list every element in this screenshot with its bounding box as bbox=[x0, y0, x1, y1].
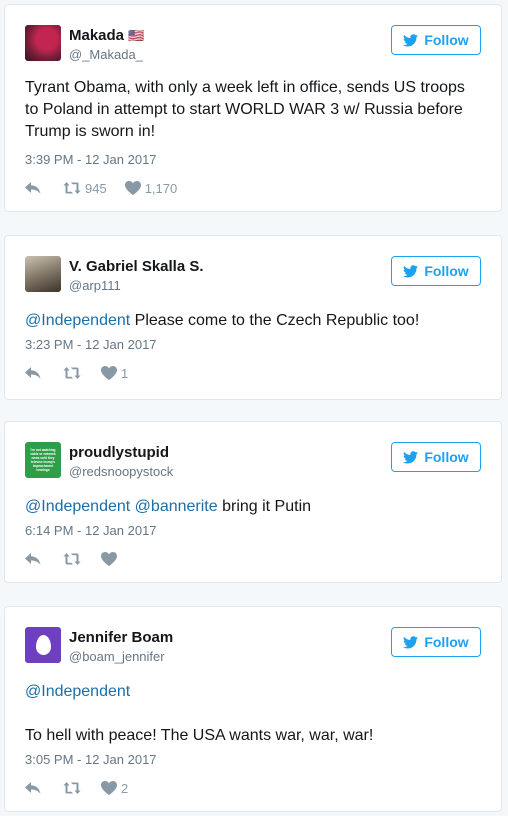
tweet-actions: 2 bbox=[25, 780, 128, 796]
like-count: 2 bbox=[121, 780, 129, 796]
retweet-button[interactable]: 945 bbox=[63, 181, 107, 196]
like-button[interactable]: 1,170 bbox=[125, 180, 178, 196]
twitter-bird-icon bbox=[403, 265, 418, 278]
reply-icon bbox=[25, 781, 41, 795]
tweet-card: Makada 🇺🇸 @_Makada_ Follow Tyrant Obama,… bbox=[4, 4, 502, 212]
like-button[interactable]: 2 bbox=[101, 781, 128, 796]
tweet-text: @Independent Please come to the Czech Re… bbox=[25, 312, 420, 329]
us-flag-icon: 🇺🇸 bbox=[128, 28, 145, 43]
user-handle[interactable]: @redsnoopystock bbox=[69, 464, 173, 479]
avatar[interactable] bbox=[25, 256, 61, 292]
follow-button[interactable]: Follow bbox=[391, 256, 481, 286]
reply-icon bbox=[25, 552, 41, 566]
tweet-actions: 945 1,170 bbox=[25, 180, 177, 196]
mention-link[interactable]: @bannerite bbox=[135, 498, 218, 515]
twitter-bird-icon bbox=[403, 34, 418, 47]
tweet-timestamp[interactable]: 3:05 PM - 12 Jan 2017 bbox=[25, 752, 157, 767]
tweet-text: @Independent To hell with peace! The USA… bbox=[25, 683, 374, 744]
like-button[interactable] bbox=[101, 552, 117, 566]
reply-button[interactable] bbox=[25, 781, 41, 795]
reply-button[interactable] bbox=[25, 552, 41, 566]
user-handle[interactable]: @boam_jennifer bbox=[69, 649, 165, 664]
avatar[interactable] bbox=[25, 25, 61, 61]
retweet-icon bbox=[63, 781, 81, 795]
retweet-icon bbox=[63, 366, 81, 380]
heart-icon bbox=[125, 181, 141, 195]
reply-icon bbox=[25, 366, 41, 380]
mention-link[interactable]: @Independent bbox=[25, 683, 130, 700]
follow-button[interactable]: Follow bbox=[391, 627, 481, 657]
retweet-button[interactable] bbox=[63, 781, 81, 795]
retweet-button[interactable] bbox=[63, 552, 81, 566]
twitter-bird-icon bbox=[403, 636, 418, 649]
heart-icon bbox=[101, 781, 117, 795]
tweet-card: Jennifer Boam @boam_jennifer Follow @Ind… bbox=[4, 606, 502, 812]
reply-button[interactable] bbox=[25, 366, 41, 380]
retweet-icon bbox=[63, 552, 81, 566]
retweet-button[interactable] bbox=[63, 366, 81, 380]
tweet-timestamp[interactable]: 6:14 PM - 12 Jan 2017 bbox=[25, 523, 157, 538]
user-handle[interactable]: @_Makada_ bbox=[69, 47, 143, 62]
follow-button[interactable]: Follow bbox=[391, 442, 481, 472]
mention-link[interactable]: @Independent bbox=[25, 498, 130, 515]
heart-icon bbox=[101, 552, 117, 566]
user-handle[interactable]: @arp111 bbox=[69, 278, 121, 293]
like-count: 1 bbox=[121, 365, 129, 381]
reply-button[interactable] bbox=[25, 181, 41, 195]
tweet-timestamp[interactable]: 3:23 PM - 12 Jan 2017 bbox=[25, 337, 157, 352]
tweet-card: I'm not watching cable or network news u… bbox=[4, 421, 502, 583]
mention-link[interactable]: @Independent bbox=[25, 312, 130, 329]
tweet-timestamp[interactable]: 3:39 PM - 12 Jan 2017 bbox=[25, 152, 157, 167]
like-count: 1,170 bbox=[144, 180, 178, 196]
avatar-text: I'm not watching cable or network news u… bbox=[30, 448, 56, 472]
reply-icon bbox=[25, 181, 41, 195]
display-name[interactable]: Jennifer Boam bbox=[69, 629, 173, 646]
twitter-bird-icon bbox=[403, 451, 418, 464]
follow-button[interactable]: Follow bbox=[391, 25, 481, 55]
retweet-icon bbox=[63, 181, 81, 195]
display-name[interactable]: Makada 🇺🇸 bbox=[69, 27, 144, 44]
tweet-actions: 1 bbox=[25, 365, 128, 381]
like-button[interactable]: 1 bbox=[101, 366, 128, 381]
display-name[interactable]: proudlystupid bbox=[69, 444, 169, 461]
tweet-text: @Independent @bannerite bring it Putin bbox=[25, 498, 312, 515]
display-name[interactable]: V. Gabriel Skalla S. bbox=[69, 258, 204, 275]
heart-icon bbox=[101, 366, 117, 380]
tweet-actions bbox=[25, 551, 117, 567]
avatar[interactable] bbox=[25, 627, 61, 663]
tweet-card: V. Gabriel Skalla S. @arp111 Follow @Ind… bbox=[4, 235, 502, 400]
tweet-text: Tyrant Obama, with only a week left in o… bbox=[25, 79, 465, 140]
avatar[interactable]: I'm not watching cable or network news u… bbox=[25, 442, 61, 478]
retweet-count: 945 bbox=[85, 180, 107, 196]
egg-icon bbox=[35, 635, 51, 655]
